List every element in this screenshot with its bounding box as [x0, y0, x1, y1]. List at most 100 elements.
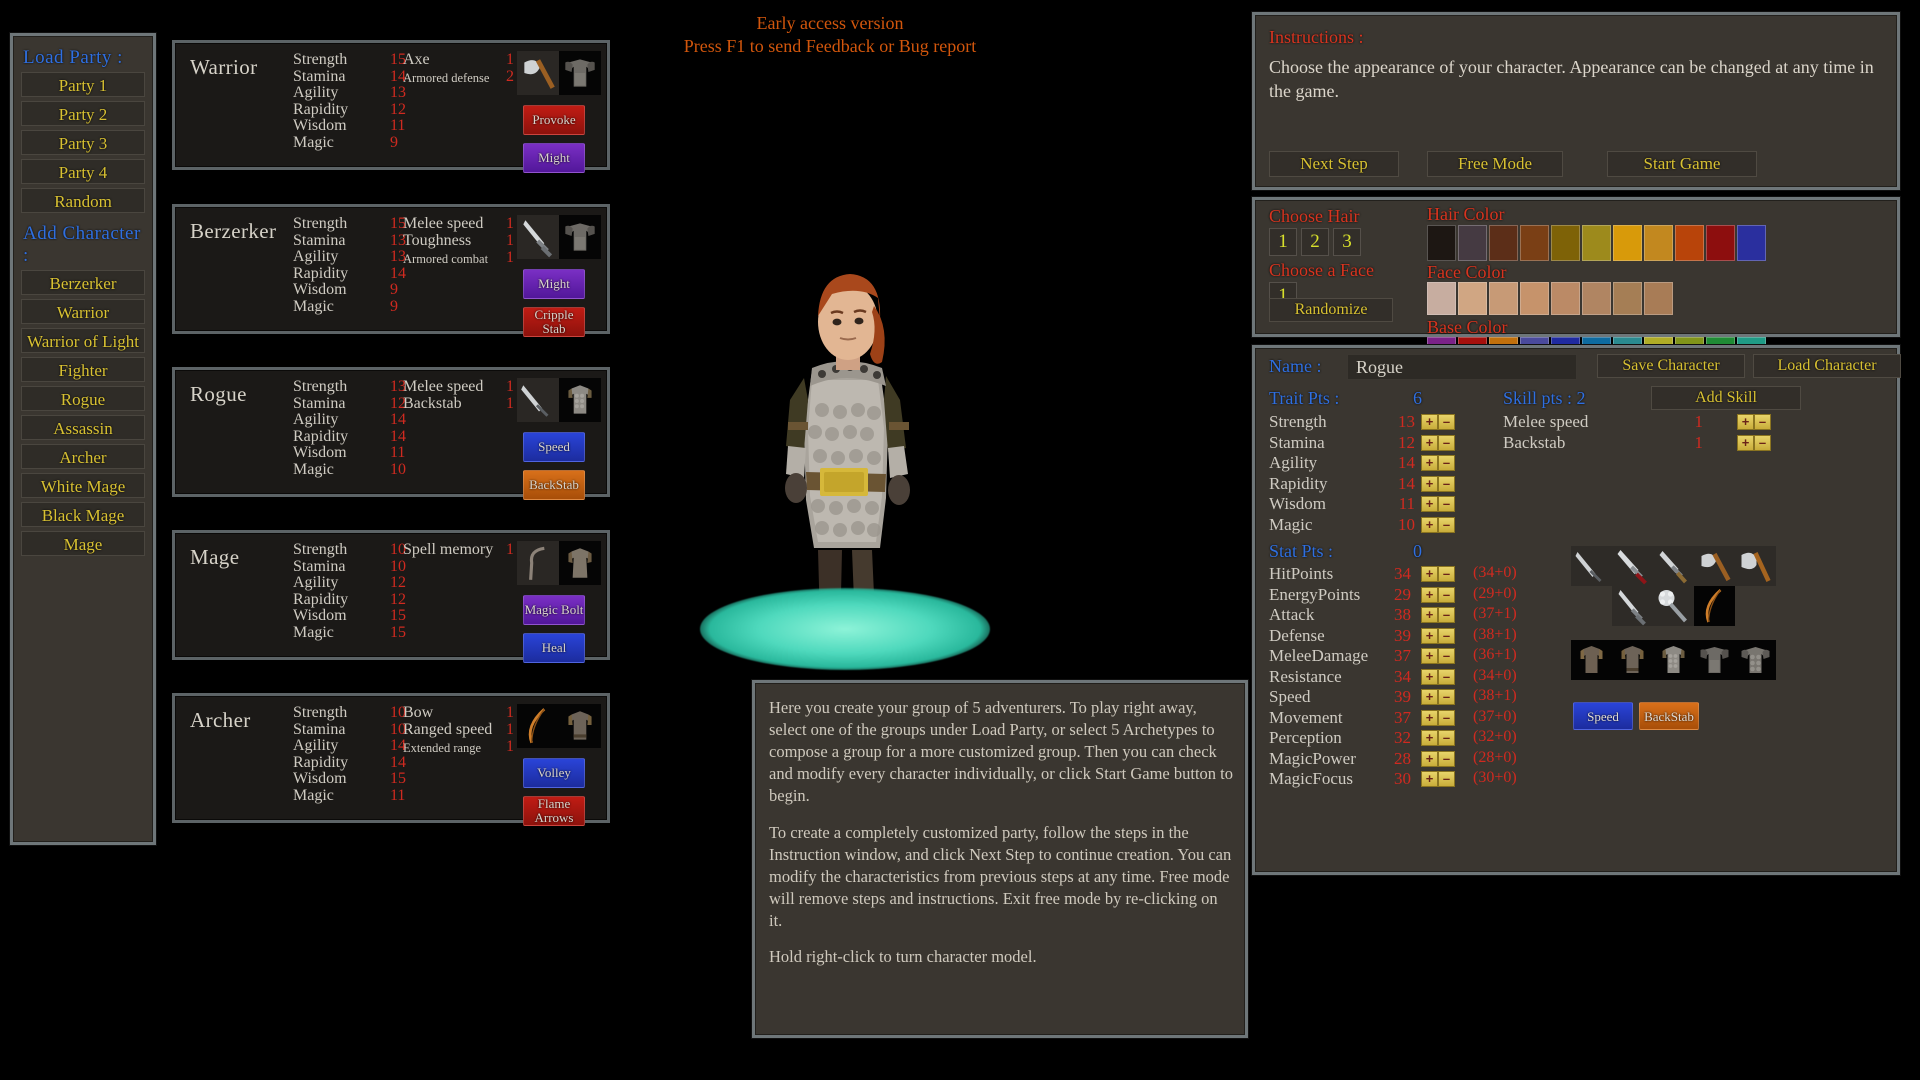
sword-icon[interactable] [517, 215, 559, 259]
stat-increment-button[interactable]: + [1421, 750, 1438, 767]
plate-armor-icon[interactable] [1694, 640, 1735, 680]
ability-backstab[interactable]: BackStab [523, 470, 585, 500]
skill-increment-button[interactable]: + [1737, 414, 1754, 430]
tunic-icon[interactable] [1571, 640, 1612, 680]
staff-icon[interactable] [517, 541, 559, 585]
hair-color-swatch-0[interactable] [1427, 225, 1456, 261]
ability-magic-bolt[interactable]: Magic Bolt [523, 595, 585, 625]
shortsword-icon[interactable] [1653, 546, 1694, 586]
stat-decrement-button[interactable]: – [1438, 648, 1455, 664]
hair-color-swatch-1[interactable] [1458, 225, 1487, 261]
battleaxe-icon[interactable] [1735, 546, 1776, 586]
add-archetype-warrior-of-light[interactable]: Warrior of Light [21, 328, 145, 353]
leather-armor-icon[interactable] [559, 704, 601, 748]
load-character-button[interactable]: Load Character [1753, 354, 1901, 378]
stat-increment-button[interactable]: + [1421, 648, 1438, 664]
trait-decrement-button[interactable]: – [1438, 516, 1455, 533]
stat-decrement-button[interactable]: – [1438, 709, 1455, 726]
save-character-button[interactable]: Save Character [1597, 354, 1745, 378]
add-archetype-mage[interactable]: Mage [21, 531, 145, 556]
trait-increment-button[interactable]: + [1421, 434, 1438, 451]
equipped-ability-backstab[interactable]: BackStab [1639, 702, 1699, 730]
stat-increment-button[interactable]: + [1421, 730, 1438, 746]
skill-decrement-button[interactable]: – [1754, 434, 1771, 451]
add-archetype-fighter[interactable]: Fighter [21, 357, 145, 382]
party-button-5[interactable]: Random [21, 188, 145, 213]
face-color-swatch-2[interactable] [1489, 282, 1518, 315]
trait-increment-button[interactable]: + [1421, 455, 1438, 471]
archetype-card-warrior[interactable]: Warrior Strength 15 Stamina 14 Agility 1… [172, 40, 610, 173]
equipped-ability-speed[interactable]: Speed [1573, 702, 1633, 730]
hair-color-swatch-2[interactable] [1489, 225, 1518, 261]
plate-armor-icon[interactable] [559, 51, 601, 95]
add-archetype-white-mage[interactable]: White Mage [21, 473, 145, 498]
ability-volley[interactable]: Volley [523, 758, 585, 788]
bow-icon[interactable] [1694, 586, 1735, 626]
sword-icon[interactable] [1612, 586, 1653, 626]
stat-decrement-button[interactable]: – [1438, 668, 1455, 685]
face-color-swatch-1[interactable] [1458, 282, 1487, 315]
character-name-input[interactable]: Rogue [1347, 354, 1577, 380]
bow-icon[interactable] [517, 704, 559, 748]
stat-decrement-button[interactable]: – [1438, 607, 1455, 623]
hair-option-3[interactable]: 3 [1333, 228, 1361, 256]
scale-armor-icon[interactable] [1735, 640, 1776, 680]
character-model-viewport[interactable] [700, 250, 1000, 670]
ability-might[interactable]: Might [523, 143, 585, 173]
skill-increment-button[interactable]: + [1737, 434, 1754, 451]
hair-color-swatch-7[interactable] [1644, 225, 1673, 261]
face-color-swatch-6[interactable] [1613, 282, 1642, 315]
trait-increment-button[interactable]: + [1421, 496, 1438, 512]
ability-flame-arrows[interactable]: Flame Arrows [523, 796, 585, 826]
trait-decrement-button[interactable]: – [1438, 434, 1455, 451]
add-archetype-black-mage[interactable]: Black Mage [21, 502, 145, 527]
ability-speed[interactable]: Speed [523, 432, 585, 462]
party-button-4[interactable]: Party 4 [21, 159, 145, 184]
stat-decrement-button[interactable]: – [1438, 750, 1455, 767]
add-archetype-warrior[interactable]: Warrior [21, 299, 145, 324]
stat-decrement-button[interactable]: – [1438, 730, 1455, 746]
archetype-card-mage[interactable]: Mage Strength 10 Stamina 10 Agility 12 R… [172, 530, 610, 663]
next-step-button[interactable]: Next Step [1269, 151, 1399, 177]
hair-color-swatch-9[interactable] [1706, 225, 1735, 261]
add-archetype-assassin[interactable]: Assassin [21, 415, 145, 440]
add-archetype-archer[interactable]: Archer [21, 444, 145, 469]
ability-provoke[interactable]: Provoke [523, 105, 585, 135]
party-button-2[interactable]: Party 2 [21, 101, 145, 126]
party-button-1[interactable]: Party 1 [21, 72, 145, 97]
dagger-icon[interactable] [517, 378, 559, 422]
free-mode-button[interactable]: Free Mode [1427, 151, 1563, 177]
randomize-button[interactable]: Randomize [1269, 298, 1393, 322]
stat-decrement-button[interactable]: – [1438, 771, 1455, 787]
trait-decrement-button[interactable]: – [1438, 414, 1455, 430]
sword-red-icon[interactable] [1612, 546, 1653, 586]
chainmail-icon[interactable] [1653, 640, 1694, 680]
hair-color-swatch-5[interactable] [1582, 225, 1611, 261]
add-archetype-berzerker[interactable]: Berzerker [21, 270, 145, 295]
robe-icon[interactable] [559, 541, 601, 585]
stat-increment-button[interactable]: + [1421, 627, 1438, 644]
hair-color-swatch-4[interactable] [1551, 225, 1580, 261]
stat-increment-button[interactable]: + [1421, 771, 1438, 787]
face-color-swatch-5[interactable] [1582, 282, 1611, 315]
hair-color-swatch-3[interactable] [1520, 225, 1549, 261]
stat-increment-button[interactable]: + [1421, 668, 1438, 685]
trait-increment-button[interactable]: + [1421, 475, 1438, 492]
stat-increment-button[interactable]: + [1421, 689, 1438, 705]
party-button-3[interactable]: Party 3 [21, 130, 145, 155]
plate-armor-icon[interactable] [559, 215, 601, 259]
hair-color-swatch-10[interactable] [1737, 225, 1766, 261]
trait-decrement-button[interactable]: – [1438, 496, 1455, 512]
stat-increment-button[interactable]: + [1421, 566, 1438, 582]
mace-icon[interactable] [1653, 586, 1694, 626]
stat-decrement-button[interactable]: – [1438, 627, 1455, 644]
leather-armor-icon[interactable] [1612, 640, 1653, 680]
trait-increment-button[interactable]: + [1421, 414, 1438, 430]
add-archetype-rogue[interactable]: Rogue [21, 386, 145, 411]
face-color-swatch-3[interactable] [1520, 282, 1549, 315]
axe-icon[interactable] [1694, 546, 1735, 586]
trait-increment-button[interactable]: + [1421, 516, 1438, 533]
ability-might[interactable]: Might [523, 269, 585, 299]
ability-heal[interactable]: Heal [523, 633, 585, 663]
ability-cripple-stab[interactable]: Cripple Stab [523, 307, 585, 337]
